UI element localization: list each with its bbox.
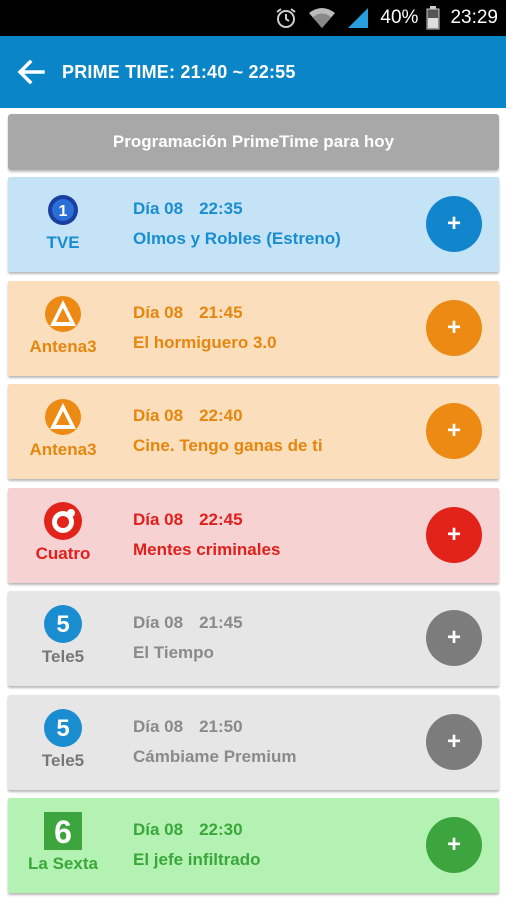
program-title: Cine. Tengo ganas de ti <box>133 436 323 455</box>
battery-icon <box>426 6 440 30</box>
add-button[interactable]: + <box>426 299 482 356</box>
lasexta-logo-icon: 6 <box>44 812 82 850</box>
clock-time: 23:29 <box>450 7 498 28</box>
channel-logo: 6 La Sexta <box>8 798 118 893</box>
channel-logo: 1 TVE <box>8 177 118 272</box>
program-time: 22:30 <box>199 820 243 839</box>
program-day: Día 08 <box>133 302 184 322</box>
channel-name: La Sexta <box>28 854 98 873</box>
program-info: Día 08 21:45 El hormiguero 3.0 <box>133 303 277 353</box>
channel-logo: 5 Tele5 <box>8 695 118 790</box>
program-card[interactable]: Cuatro Día 08 22:45 Mentes criminales + <box>8 487 499 583</box>
add-button[interactable]: + <box>426 506 482 563</box>
program-info: Día 08 22:45 Mentes criminales <box>133 510 280 560</box>
program-card[interactable]: 5 Tele5 Día 08 21:50 Cámbiame Premium + <box>8 694 499 790</box>
add-button[interactable]: + <box>426 817 482 873</box>
program-card[interactable]: 6 La Sexta Día 08 22:30 El jefe infiltrad… <box>8 798 499 893</box>
program-day: Día 08 <box>133 509 184 529</box>
program-time: 21:50 <box>199 716 243 736</box>
program-title: Cámbiame Premium <box>133 746 297 766</box>
wifi-icon <box>309 8 336 28</box>
program-card[interactable]: 1 TVE Día 08 22:35 Olmos y Robles (Estren… <box>8 177 499 272</box>
program-title: Olmos y Robles (Estreno) <box>133 229 341 248</box>
program-info: Día 08 22:40 Cine. Tengo ganas de ti <box>133 406 323 456</box>
channel-logo: Cuatro <box>8 488 118 583</box>
app-bar: PRIME TIME: 21:40 ~ 22:55 <box>0 36 506 108</box>
program-title: El Tiempo <box>133 643 214 662</box>
back-button[interactable] <box>0 36 62 108</box>
program-day: Día 08 <box>133 613 184 632</box>
program-info: Día 08 21:45 El Tiempo <box>133 613 243 663</box>
add-button[interactable]: + <box>426 713 482 770</box>
page-title: PRIME TIME: 21:40 ~ 22:55 <box>62 61 296 82</box>
primetime-today-button[interactable]: Programación PrimeTime para hoy <box>8 114 499 170</box>
svg-text:6: 6 <box>54 814 72 850</box>
add-button[interactable]: + <box>426 403 482 459</box>
add-button[interactable]: + <box>426 196 482 252</box>
channel-name: Cuatro <box>35 543 91 563</box>
channel-logo: Antena3 <box>8 281 118 376</box>
channel-logo: 5 Tele5 <box>8 591 118 686</box>
program-list: 1 TVE Día 08 22:35 Olmos y Robles (Estren… <box>8 177 499 900</box>
channel-name: Tele5 <box>41 647 85 666</box>
program-title: El hormiguero 3.0 <box>133 332 277 352</box>
program-time: 22:35 <box>199 199 243 218</box>
program-time: 21:45 <box>199 302 243 322</box>
program-info: Día 08 22:35 Olmos y Robles (Estreno) <box>133 199 341 249</box>
tele5-logo-icon: 5 <box>44 708 82 747</box>
antena3-logo-icon <box>45 295 81 332</box>
tve-logo-icon: 1 <box>48 195 78 225</box>
svg-text:1: 1 <box>59 203 68 220</box>
antena3-logo-icon <box>45 399 81 435</box>
channel-name: Antena3 <box>29 440 97 459</box>
signal-icon <box>348 8 369 28</box>
program-time: 22:40 <box>199 406 243 425</box>
program-card[interactable]: Antena3 Día 08 21:45 El hormiguero 3.0 + <box>8 280 499 376</box>
program-time: 22:45 <box>199 509 243 529</box>
program-info: Día 08 21:50 Cámbiame Premium <box>133 717 296 767</box>
alarm-clock-icon <box>276 8 297 28</box>
program-title: Mentes criminales <box>133 539 281 559</box>
add-button[interactable]: + <box>426 610 482 666</box>
status-bar: 40% 23:29 <box>0 0 506 36</box>
program-card[interactable]: 5 Tele5 Día 08 21:45 El Tiempo + <box>8 591 499 686</box>
program-title: El jefe infiltrado <box>133 850 261 869</box>
program-day: Día 08 <box>133 199 184 218</box>
channel-name: TVE <box>46 233 80 252</box>
svg-text:5: 5 <box>56 715 69 742</box>
tele5-logo-icon: 5 <box>44 605 82 643</box>
battery-percent: 40% <box>380 7 419 28</box>
program-day: Día 08 <box>133 820 184 839</box>
program-info: Día 08 22:30 El jefe infiltrado <box>133 820 261 870</box>
program-time: 21:45 <box>199 613 243 632</box>
program-day: Día 08 <box>133 716 184 736</box>
svg-text:5: 5 <box>56 611 69 638</box>
channel-name: Antena3 <box>29 336 97 356</box>
cuatro-logo-icon <box>44 501 82 540</box>
arrow-left-icon <box>17 60 45 84</box>
program-card[interactable]: Antena3 Día 08 22:40 Cine. Tengo ganas de… <box>8 384 499 479</box>
program-day: Día 08 <box>133 406 184 425</box>
channel-logo: Antena3 <box>8 384 118 479</box>
channel-name: Tele5 <box>41 750 85 770</box>
